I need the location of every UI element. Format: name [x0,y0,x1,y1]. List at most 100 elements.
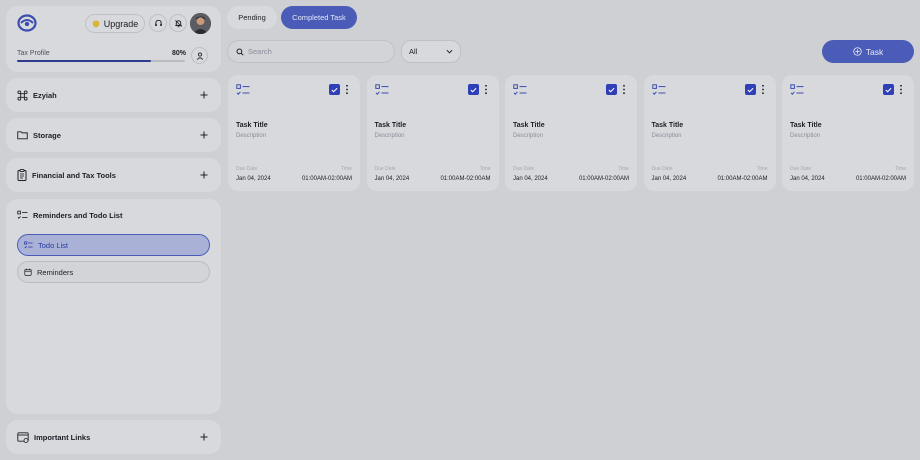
search-input[interactable] [248,47,378,56]
sidebar-section-storage[interactable]: Storage [6,118,221,152]
filter-selected-value: All [409,47,418,56]
support-button[interactable] [149,14,167,32]
reminders-todo-header: Reminders and Todo List [17,210,122,220]
filter-dropdown[interactable]: All [401,40,461,63]
task-card[interactable]: Task Title Description Due Date Jan 04, … [782,75,914,191]
task-title: Task Title [651,122,684,129]
avatar[interactable] [190,13,211,34]
task-time-label: Time [895,166,906,172]
task-card[interactable]: Task Title Description Due Date Jan 04, … [366,75,499,191]
upgrade-button[interactable]: Upgrade [85,14,145,33]
plus-icon [200,91,208,99]
task-time: 01:00AM-02:00AM [301,176,352,182]
task-title: Task Title [790,122,822,129]
bell-icon [174,19,182,27]
task-checkbox[interactable] [883,84,894,95]
checklist-icon [236,84,250,95]
add-task-label: Task [865,46,884,57]
expand-button[interactable] [198,431,210,443]
checkmark-icon [885,87,892,92]
clipboard-icon [17,169,27,181]
task-description: Description [513,133,544,139]
task-due-label: Due Date [236,166,258,172]
plus-circle-icon [853,47,862,56]
user-icon [196,52,203,60]
task-description: Description [651,133,682,139]
checklist-icon [24,241,33,249]
task-checkbox[interactable] [467,84,479,95]
task-description: Description [374,133,405,139]
expand-button[interactable] [198,129,210,141]
task-due-label: Due Date [651,166,673,172]
chevron-down-icon [446,49,453,54]
task-due-label: Due Date [374,166,396,172]
task-checkbox[interactable] [744,84,756,95]
add-task-button[interactable]: Task [822,40,914,63]
task-due-date: Jan 04, 2024 [790,176,825,182]
sidebar-section-financial-tools[interactable]: Financial and Tax Tools [6,158,221,192]
more-vertical-icon[interactable] [484,84,488,95]
checklist-icon [790,84,804,95]
task-card[interactable]: Task Title Description Due Date Jan 04, … [505,75,637,191]
checkmark-icon [608,87,615,92]
logo-icon[interactable] [17,14,37,32]
reminders-label: Reminders [37,267,74,277]
task-time: 01:00AM-02:00AM [717,176,768,182]
checkmark-icon [747,87,753,92]
task-card[interactable]: Task Title Description Due Date Jan 04, … [643,75,776,191]
task-title: Task Title [513,122,545,129]
plus-icon [200,171,208,179]
more-vertical-icon[interactable] [899,84,903,95]
more-vertical-icon[interactable] [345,84,349,95]
notification-button[interactable] [169,14,187,32]
more-vertical-icon[interactable] [622,84,626,95]
todo-list-item[interactable]: Todo List [17,234,210,256]
checkmark-icon [470,87,476,92]
task-time-label: Time [618,166,629,172]
task-description: Description [236,133,267,139]
shield-icon [92,19,99,28]
sidebar-section-label: Storage [33,130,61,140]
expand-button[interactable] [198,89,210,101]
tax-profile-progress-fill [17,60,152,62]
task-checkbox[interactable] [606,84,617,95]
task-time-label: Time [341,166,352,172]
upgrade-label: Upgrade [103,18,139,29]
expand-button[interactable] [198,169,210,181]
sidebar-section-important-links[interactable]: Important Links [6,420,221,454]
checklist-icon [17,210,28,219]
reminders-item[interactable]: Reminders [17,261,210,283]
task-description: Description [790,133,821,139]
checklist-icon [513,84,527,95]
task-time-label: Time [756,166,768,172]
task-due-date: Jan 04, 2024 [651,176,687,182]
profile-card: Upgrade Tax Profile 80% [6,6,221,72]
tax-profile-label: Tax Profile [17,50,50,57]
sidebar-section-label: Financial and Tax Tools [32,170,116,180]
reminders-todo-title: Reminders and Todo List [33,210,123,220]
task-due-date: Jan 04, 2024 [236,176,271,182]
tab-pending[interactable]: Pending [227,6,277,29]
reminders-todo-panel: Reminders and Todo List Todo List Remind… [6,199,221,414]
folder-icon [17,131,28,140]
checkmark-icon [331,87,338,92]
tax-profile-progress-bar [17,60,185,62]
sidebar-section-ezyiah[interactable]: Ezyiah [6,78,221,112]
search-box [227,40,395,63]
more-vertical-icon[interactable] [761,84,765,95]
checklist-icon [651,84,665,95]
calendar-icon [24,268,32,276]
todo-list-label: Todo List [38,240,69,250]
sidebar-section-label: Ezyiah [33,90,57,100]
checklist-icon [374,84,388,95]
task-checkbox[interactable] [329,84,340,95]
task-time-label: Time [479,166,491,172]
task-due-label: Due Date [790,166,812,172]
task-title: Task Title [374,122,407,129]
task-card[interactable]: Task Title Description Due Date Jan 04, … [228,75,360,191]
sidebar-section-label: Important Links [34,432,91,442]
plus-icon [200,131,208,139]
profile-button[interactable] [191,47,208,64]
tab-completed-task[interactable]: Completed Task [281,6,357,29]
task-due-date: Jan 04, 2024 [513,176,548,182]
